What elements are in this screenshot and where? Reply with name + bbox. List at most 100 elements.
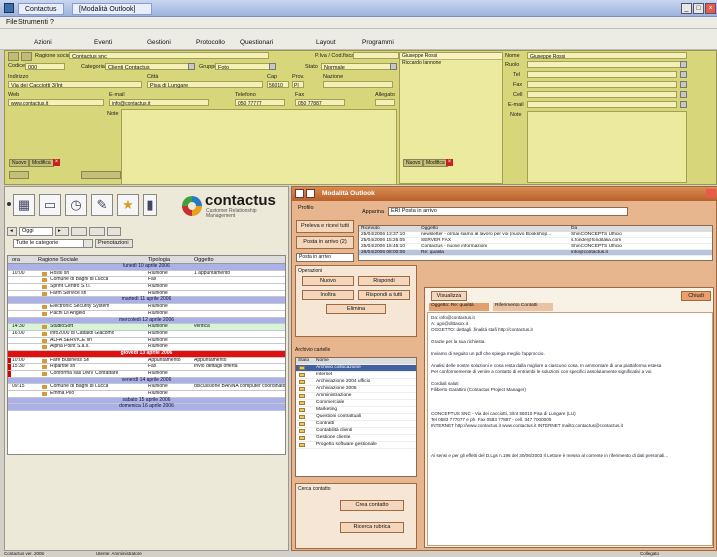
- folder-item[interactable]: Internet: [296, 372, 416, 379]
- delete-icon[interactable]: ×: [446, 159, 453, 166]
- toolbar-eventi[interactable]: Eventi: [94, 39, 112, 46]
- modifica-contatto-button[interactable]: Modifica: [423, 159, 448, 167]
- folder-item[interactable]: Contratti: [296, 421, 416, 428]
- email-field[interactable]: info@contactus.it: [109, 99, 209, 107]
- col-stato[interactable]: Stato: [298, 358, 309, 364]
- save-button[interactable]: [9, 171, 29, 179]
- allegato-field[interactable]: [375, 99, 395, 106]
- menu-file[interactable]: File: [6, 19, 17, 26]
- col-ragione-sociale[interactable]: Ragione Sociale: [38, 257, 78, 263]
- week-view-button[interactable]: [89, 227, 105, 236]
- contacts-list-item[interactable]: Riccardo Iannone: [400, 60, 502, 67]
- agenda-row[interactable]: 09:15 Comune di Bagni di Lucca Riunione dis…: [8, 384, 285, 392]
- folder-item[interactable]: Archiviazione 2004 ufficio: [296, 379, 416, 386]
- close-icon[interactable]: [706, 189, 716, 198]
- calendar-icon[interactable]: ▦: [13, 194, 35, 216]
- nuovo-button[interactable]: Nuovo: [9, 159, 30, 167]
- ruolo-field[interactable]: [527, 61, 687, 68]
- folder-item[interactable]: Contabilità clienti: [296, 428, 416, 435]
- delete-icon[interactable]: ×: [53, 159, 60, 166]
- col-oggetto[interactable]: Oggetto: [421, 226, 438, 231]
- folder-item[interactable]: Commerciale: [296, 400, 416, 407]
- agenda-row[interactable]: 10:00 Fare Business Srl Appuntamento Appunt…: [8, 357, 285, 365]
- folder-item[interactable]: Questioni contrattuali: [296, 414, 416, 421]
- agenda-row[interactable]: 10:00 Rossi srl Riunione 1 appuntamento: [8, 271, 285, 278]
- stato-select[interactable]: Normale: [321, 63, 391, 71]
- stampa-button[interactable]: Prenotazioni: [95, 239, 133, 248]
- agenda-day-header[interactable]: venerdì 14 aprile 2006: [8, 377, 285, 385]
- agenda-row[interactable]: Comune di Bagni di Lucca Fax: [8, 277, 285, 285]
- toolbar-programmi[interactable]: Programmi: [362, 39, 394, 46]
- posta-in-arrivo-button[interactable]: Posta in arrivo (2): [296, 236, 354, 249]
- nuovo-contatto-button[interactable]: Nuovo: [403, 159, 424, 167]
- window-tab-contactus[interactable]: Contactus: [18, 3, 64, 15]
- ricerca-rubrica-button[interactable]: Ricerca rubrica: [340, 522, 404, 533]
- chevron-down-icon[interactable]: [188, 63, 195, 70]
- folder-item[interactable]: Archivio collocazione: [296, 365, 416, 372]
- col-ricevuto[interactable]: Ricevuto: [361, 226, 380, 231]
- minimize-button[interactable]: _: [681, 3, 692, 14]
- fax-icon[interactable]: [680, 81, 687, 88]
- toolbar-azioni[interactable]: Azioni: [34, 39, 52, 46]
- indirizzo-field[interactable]: Via dei Cacciotti 3/Int: [8, 81, 142, 89]
- visualizza-tab[interactable]: Visualizza: [431, 291, 467, 301]
- folder-select[interactable]: Posta in arrivo: [296, 253, 354, 262]
- ricevi-tutti-button[interactable]: Preleva e ricevi tutti: [296, 220, 354, 233]
- prev-day-button[interactable]: ◂: [7, 227, 17, 236]
- nome-field[interactable]: Giuseppe Rossi: [527, 52, 687, 60]
- col-da[interactable]: Da: [571, 226, 577, 231]
- toolbar-questionari[interactable]: Questionari: [240, 39, 273, 46]
- inoltra-button[interactable]: Inoltra: [302, 290, 354, 300]
- fax-field[interactable]: 050 77887: [295, 99, 345, 107]
- message-subject-tab[interactable]: Oggetto: Re: qualità: [429, 303, 489, 311]
- chevron-down-icon[interactable]: [680, 61, 687, 68]
- clock-icon[interactable]: ◷: [65, 194, 87, 216]
- phone-icon[interactable]: [680, 91, 687, 98]
- mail-icon[interactable]: [680, 101, 687, 108]
- window-tab-outlook[interactable]: [Modalità Outlook]: [72, 3, 152, 15]
- folder-item[interactable]: Progetto software gestionale: [296, 442, 416, 449]
- email2-field[interactable]: [527, 101, 677, 108]
- folder-item[interactable]: Archiviazione 2005: [296, 386, 416, 393]
- close-button[interactable]: ×: [705, 3, 716, 14]
- contacts-list-item[interactable]: Giuseppe Rossi: [400, 53, 502, 60]
- chevron-down-icon[interactable]: [390, 63, 397, 70]
- prov-field[interactable]: PI: [292, 81, 304, 89]
- maximize-button[interactable]: □: [693, 3, 704, 14]
- category-filter-select[interactable]: Tutte le categorie: [13, 239, 85, 248]
- chevron-down-icon[interactable]: [269, 63, 276, 70]
- agenda-day-today[interactable]: giovedì 13 aprile 2006: [8, 350, 285, 358]
- mail-row[interactable]: 26/04/2006 08:00:06 Re: qualità info@conta…: [359, 250, 712, 256]
- date-field[interactable]: Oggi: [19, 227, 53, 236]
- agenda-row[interactable]: 15:30 Ripartite srl Fax Invio dettagli offe…: [8, 364, 285, 371]
- contact-note-textarea[interactable]: [527, 111, 687, 183]
- menu-strumenti[interactable]: Strumenti: [18, 19, 48, 26]
- folder-item[interactable]: Gestione cliente: [296, 435, 416, 442]
- tel-field[interactable]: [527, 71, 677, 78]
- agenda-row[interactable]: Electronic Security System Riunione: [8, 304, 285, 311]
- edit-icon[interactable]: ✎: [91, 194, 113, 216]
- col-oggetto[interactable]: Oggetto: [194, 257, 214, 263]
- phone-icon[interactable]: [680, 71, 687, 78]
- toolbar-gestioni[interactable]: Gestioni: [147, 39, 171, 46]
- toolbar-layout[interactable]: Layout: [316, 39, 336, 46]
- agenda-row[interactable]: 16:00 Info2000 di Cattaldi Giacomo Riunion…: [8, 331, 285, 338]
- telefono-field[interactable]: 050 77777: [235, 99, 285, 107]
- nuovo-mail-button[interactable]: Nuovo: [302, 276, 354, 286]
- agenda-row[interactable]: 14:30 StudioSoft Riunione verifica: [8, 324, 285, 331]
- col-nome[interactable]: Nome: [316, 358, 329, 364]
- action-button[interactable]: [81, 171, 121, 179]
- account-select[interactable]: ERI Posta in arrivo: [388, 207, 628, 216]
- crea-contatto-button[interactable]: Crea contatto: [340, 500, 404, 511]
- web-field[interactable]: www.contactus.it: [8, 99, 104, 107]
- agenda-row[interactable]: ALFA SERVICE srl Riunione: [8, 338, 285, 345]
- modifica-button[interactable]: Modifica: [29, 159, 54, 167]
- next-record-button[interactable]: [21, 52, 32, 61]
- note-textarea[interactable]: [121, 109, 397, 185]
- folder-item[interactable]: Amministrazione: [296, 393, 416, 400]
- agenda-day-header[interactable]: domenica 16 aprile 2006: [8, 404, 285, 412]
- day-view-button[interactable]: [71, 227, 87, 236]
- toolbar-protocollo[interactable]: Protocollo: [196, 39, 225, 46]
- month-view-button[interactable]: [107, 227, 121, 236]
- rispondi-tutti-button[interactable]: Rispondi a tutti: [358, 290, 410, 300]
